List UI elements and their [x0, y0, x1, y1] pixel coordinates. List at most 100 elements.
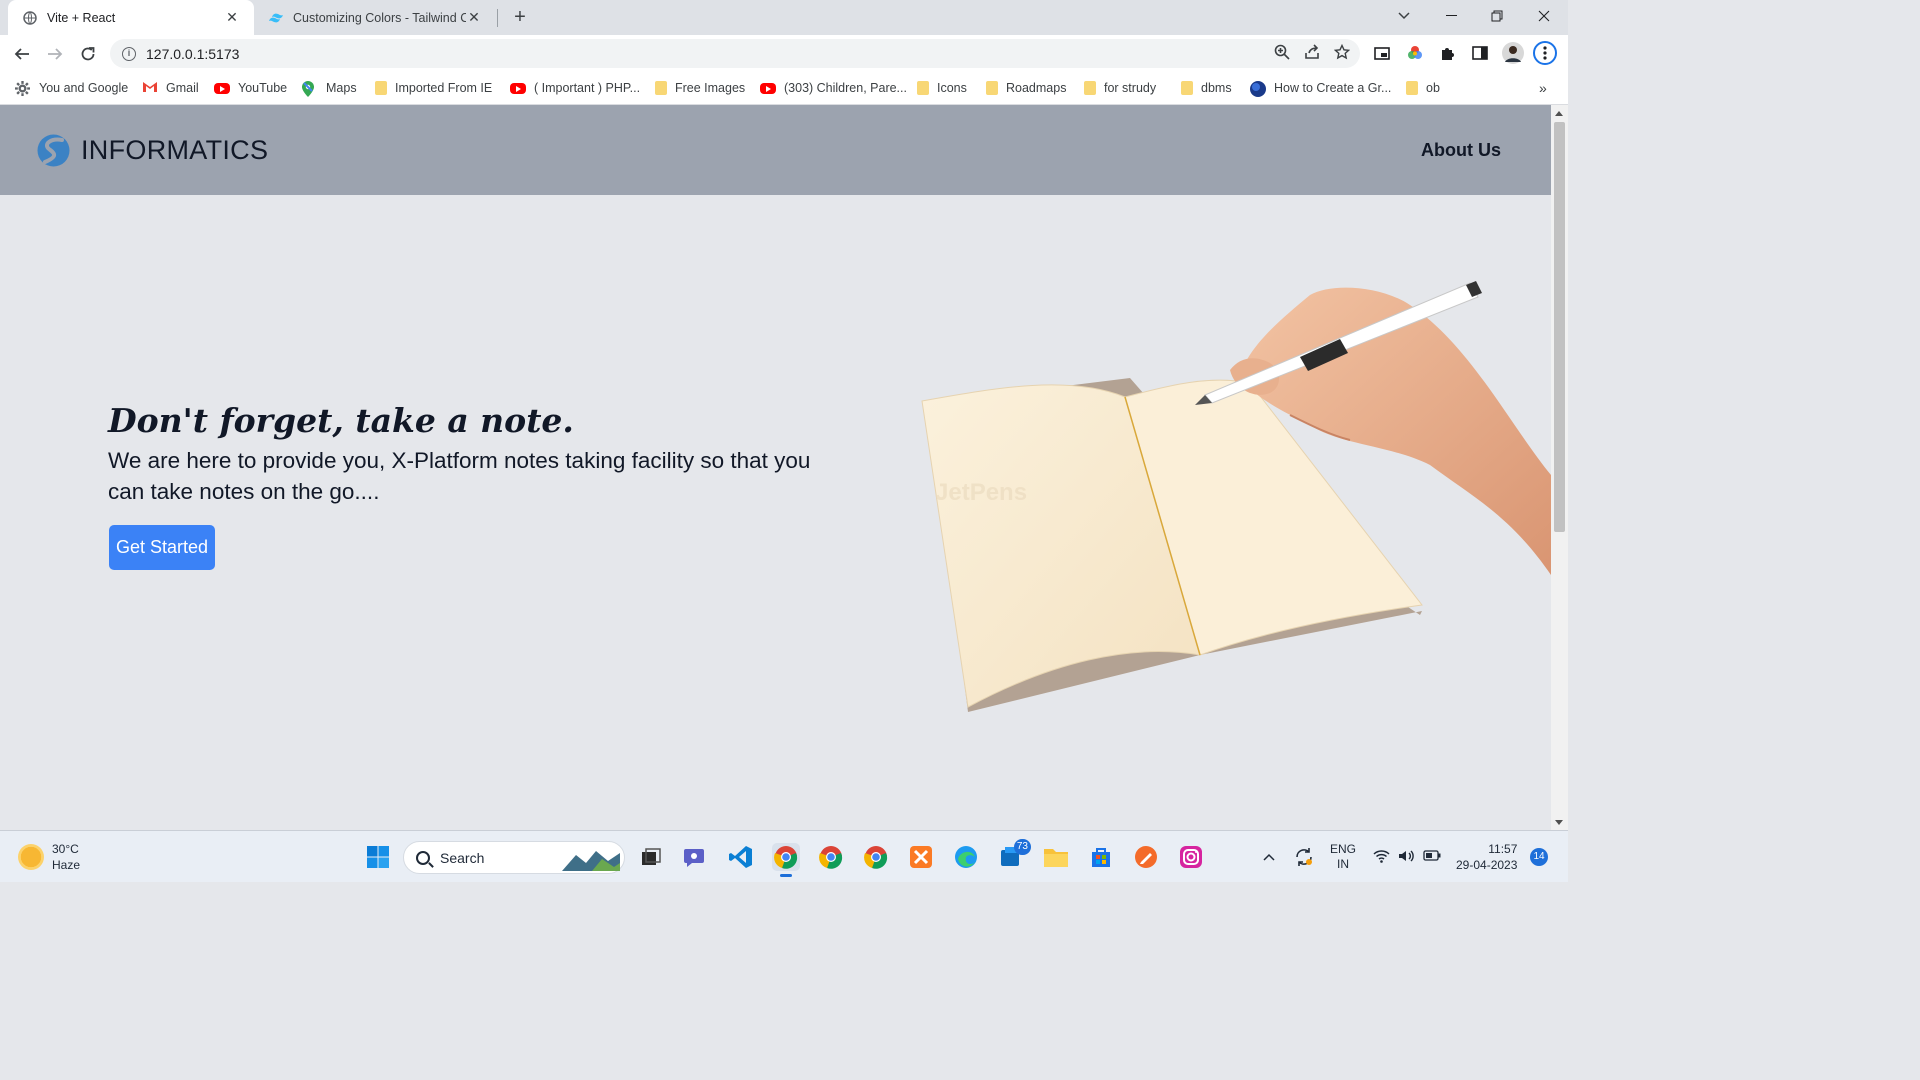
taskbar-search-box[interactable]: Search — [403, 841, 625, 874]
brand-name: INFORMATICS — [81, 135, 269, 165]
search-icon — [416, 850, 430, 865]
taskbar-search-placeholder: Search — [440, 849, 485, 866]
teams-chat-icon[interactable] — [682, 843, 710, 871]
color-picker-extension-icon[interactable] — [1403, 41, 1427, 65]
maps-icon — [302, 81, 318, 97]
gmail-icon — [142, 81, 158, 95]
folder-icon — [375, 81, 387, 95]
address-bar[interactable]: i 127.0.0.1:5173 — [110, 39, 1360, 68]
get-started-button[interactable]: Get Started — [109, 525, 215, 570]
extensions-puzzle-icon[interactable] — [1436, 41, 1460, 65]
more-bookmarks-chevron[interactable]: » — [1539, 78, 1547, 98]
browser-menu-button[interactable] — [1533, 41, 1557, 65]
tailwind-icon — [268, 10, 284, 26]
restore-button[interactable] — [1474, 0, 1520, 32]
scrollbar-thumb[interactable] — [1554, 122, 1565, 532]
url-text: 127.0.0.1:5173 — [146, 45, 240, 62]
pen-app-icon[interactable] — [1132, 843, 1160, 871]
browser-tab-bar: Vite + React ✕ Customizing Colors - Tail… — [0, 0, 1568, 35]
folder-icon — [1084, 81, 1096, 95]
quick-settings[interactable] — [1373, 831, 1441, 883]
bookmark-star-icon[interactable] — [1333, 43, 1351, 63]
windows-taskbar: 30°C Haze Search 73 ENG IN 11:57 29-04-2… — [0, 830, 1568, 882]
about-us-link[interactable]: About Us — [1421, 140, 1501, 161]
chrome-icon[interactable] — [817, 843, 845, 871]
bookmark-youtube[interactable]: YouTube — [214, 78, 287, 98]
bookmark-maps[interactable]: Maps — [302, 78, 357, 98]
file-explorer-icon[interactable] — [1042, 843, 1070, 871]
side-panel-icon[interactable] — [1468, 41, 1492, 65]
xampp-icon[interactable] — [907, 843, 935, 871]
bookmark-gmail[interactable]: Gmail — [142, 78, 199, 98]
search-highlight-icon — [562, 851, 620, 871]
outlook-teams-icon[interactable]: 73 — [997, 839, 1031, 871]
bookmark-how-to-create[interactable]: How to Create a Gr... — [1250, 78, 1391, 98]
profile-avatar[interactable] — [1501, 41, 1525, 65]
share-icon[interactable] — [1304, 44, 1320, 63]
tab-search-chevron-icon[interactable] — [1381, 0, 1427, 32]
youtube-icon — [760, 82, 776, 94]
wifi-icon — [1373, 849, 1390, 866]
sync-icon[interactable] — [1294, 831, 1314, 883]
chrome-alt-profile-icon[interactable] — [862, 843, 890, 871]
bookmark-important-php[interactable]: ( Important ) PHP... — [510, 78, 640, 98]
bookmark-you-and-google[interactable]: You and Google — [15, 78, 128, 98]
reload-button[interactable] — [75, 41, 101, 67]
notebook-hand-illustration: JetPens — [921, 281, 1551, 712]
chrome-profile-icon[interactable] — [772, 843, 800, 877]
picture-in-picture-icon[interactable] — [1370, 41, 1394, 65]
notification-count-badge: 14 — [1530, 848, 1548, 866]
instagram-icon[interactable] — [1177, 843, 1205, 871]
minimize-button[interactable] — [1428, 0, 1474, 32]
bookmark-dbms[interactable]: dbms — [1181, 78, 1232, 98]
page-scrollbar[interactable] — [1551, 105, 1568, 830]
bookmark-free-images[interactable]: Free Images — [655, 78, 745, 98]
zoom-icon[interactable] — [1274, 44, 1290, 63]
folder-icon — [1181, 81, 1193, 95]
haze-sun-icon — [18, 844, 44, 870]
task-view-icon[interactable] — [637, 843, 665, 871]
scroll-up-arrow-icon[interactable] — [1555, 111, 1563, 116]
tab-title: Vite + React — [47, 10, 116, 25]
edge-icon[interactable] — [952, 843, 980, 871]
new-tab-button[interactable]: + — [508, 5, 532, 29]
battery-icon — [1423, 850, 1441, 864]
hero-description: We are here to provide you, X-Platform n… — [108, 448, 811, 504]
scroll-down-arrow-icon[interactable] — [1555, 820, 1563, 825]
clock-time: 11:57 — [1488, 842, 1518, 856]
bookmark-roadmaps[interactable]: Roadmaps — [986, 78, 1066, 98]
globe-icon — [22, 10, 38, 26]
tab-vite-react[interactable]: Vite + React ✕ — [8, 0, 254, 35]
microsoft-store-icon[interactable] — [1087, 843, 1115, 871]
folder-icon — [986, 81, 998, 95]
folder-icon — [917, 81, 929, 95]
vscode-icon[interactable] — [727, 843, 755, 871]
close-tab-icon[interactable]: ✕ — [224, 9, 240, 26]
bookmark-for-strudy[interactable]: for strudy — [1084, 78, 1156, 98]
back-button[interactable] — [9, 41, 35, 67]
notification-badge: 73 — [1013, 839, 1031, 855]
site-icon — [1250, 81, 1266, 97]
site-info-icon[interactable]: i — [122, 46, 136, 61]
site-navbar: INFORMATICS About Us — [0, 105, 1551, 195]
bookmark-ob[interactable]: ob — [1406, 78, 1440, 98]
bookmark-children-parenting[interactable]: (303) Children, Pare... — [760, 78, 907, 98]
brand[interactable]: INFORMATICS — [37, 134, 268, 167]
folder-icon — [655, 81, 667, 95]
close-tab-icon[interactable]: ✕ — [466, 9, 482, 26]
clock[interactable]: 11:57 29-04-2023 — [1456, 831, 1517, 883]
weather-widget[interactable]: 30°C Haze — [18, 841, 80, 873]
bookmarks-bar: You and Google Gmail YouTube Maps Import… — [0, 72, 1568, 105]
windows-start-icon[interactable] — [364, 843, 392, 871]
tab-separator — [497, 9, 498, 27]
youtube-icon — [510, 82, 526, 94]
forward-button[interactable] — [42, 41, 68, 67]
language-indicator[interactable]: ENG IN — [1330, 831, 1356, 883]
folder-icon — [1406, 81, 1418, 95]
tab-tailwind-colors[interactable]: Customizing Colors - Tailwind CSS ✕ — [254, 0, 496, 35]
notification-center[interactable]: 14 — [1530, 831, 1548, 883]
close-window-button[interactable] — [1521, 0, 1567, 32]
bookmark-imported-from-ie[interactable]: Imported From IE — [375, 78, 492, 98]
bookmark-icons[interactable]: Icons — [917, 78, 967, 98]
show-hidden-icons-chevron[interactable] — [1263, 831, 1275, 883]
